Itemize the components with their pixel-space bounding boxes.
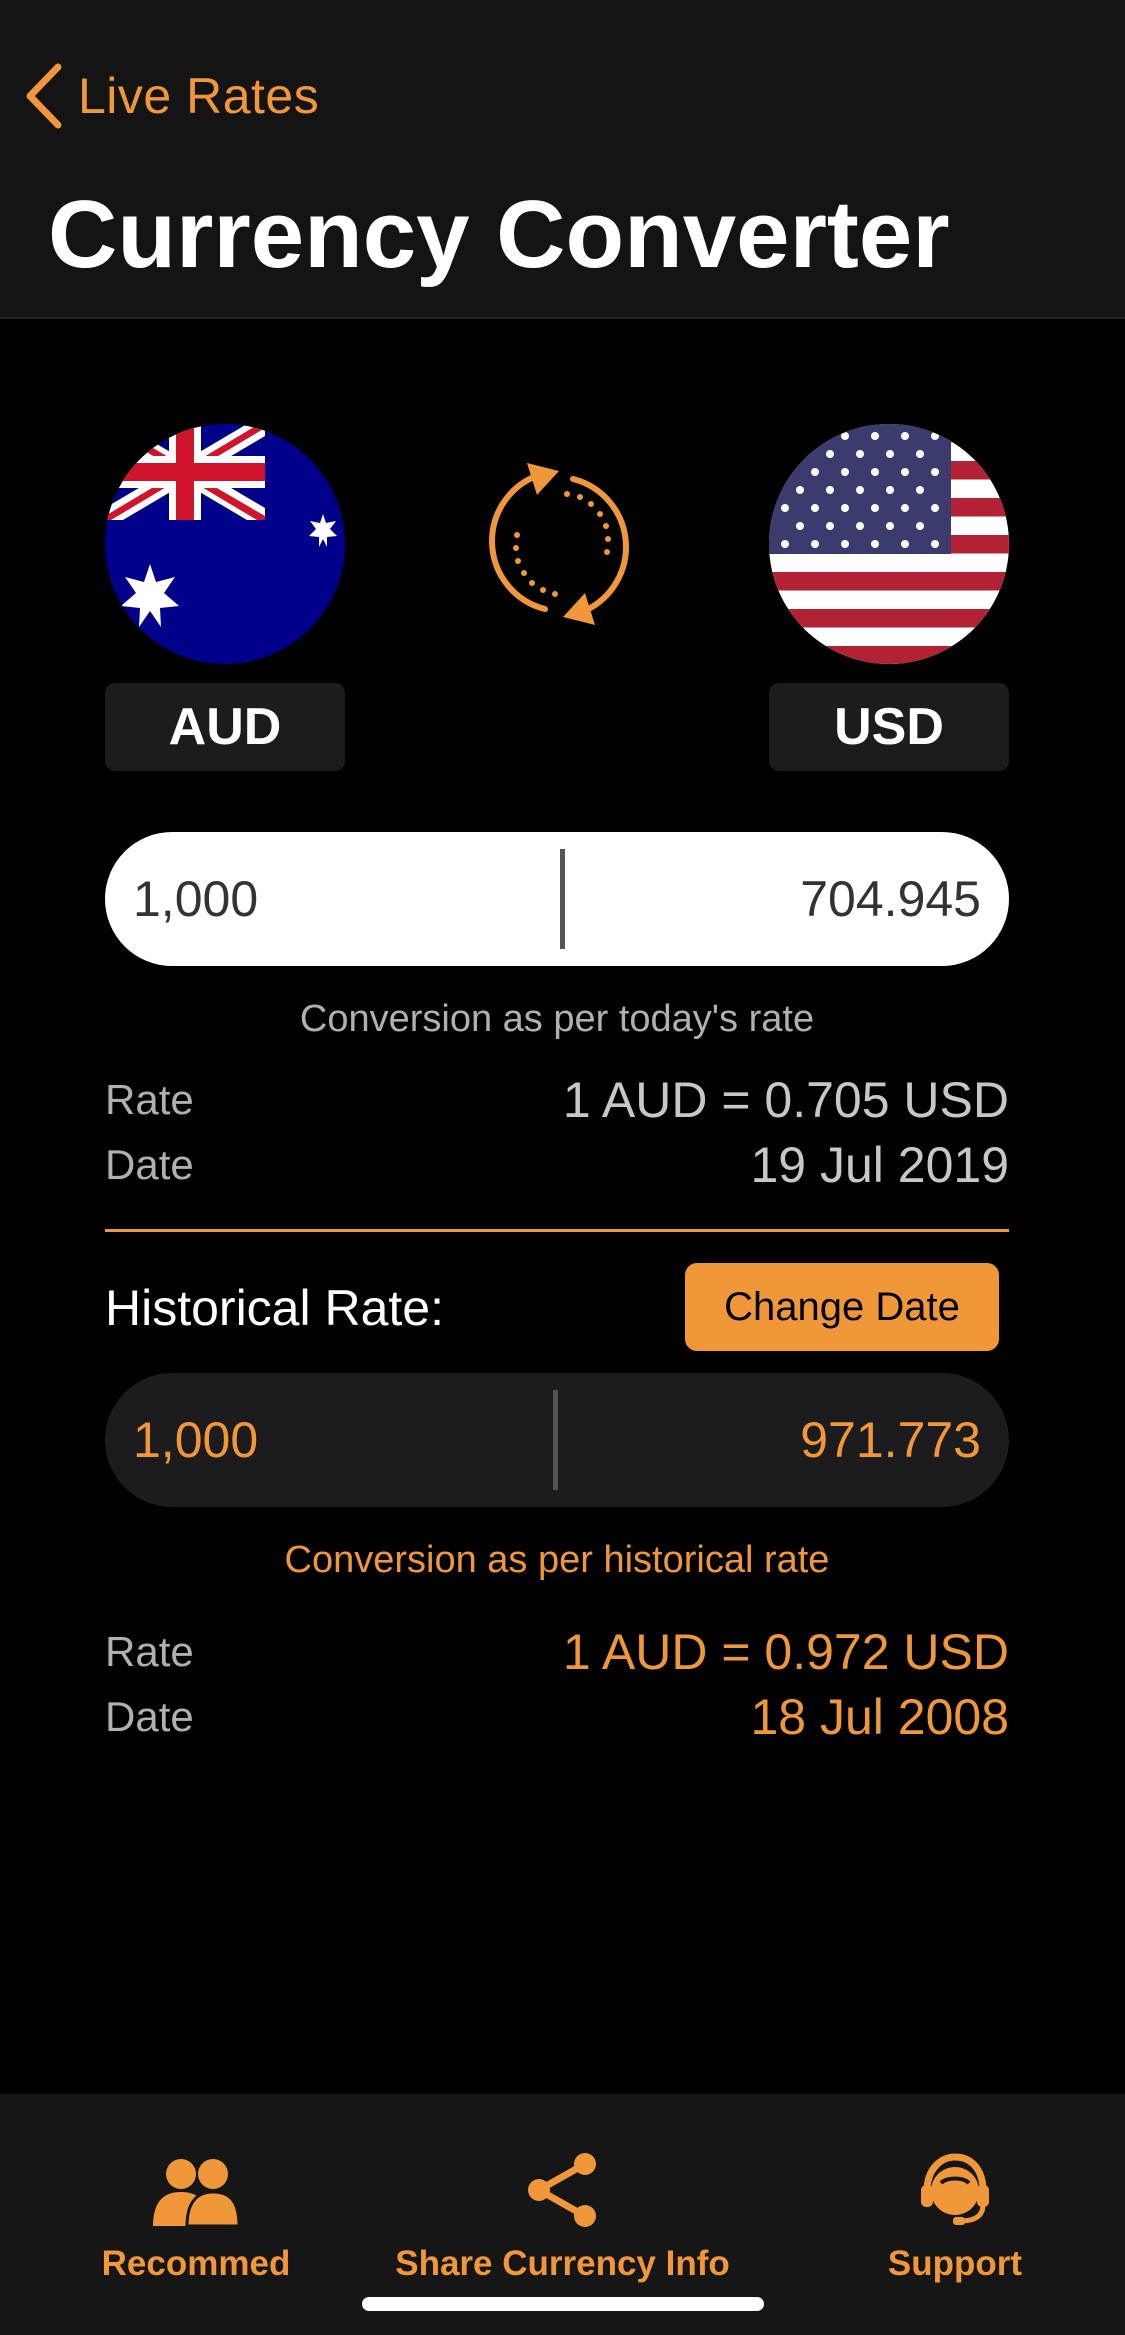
historical-rate-row: Rate 1 AUD = 0.972 USD bbox=[105, 1624, 1009, 1680]
historical-conversion-pill: 1,000 971.773 bbox=[105, 1373, 1009, 1507]
swap-arrows-icon[interactable] bbox=[467, 449, 657, 639]
historical-conversion-caption: Conversion as per historical rate bbox=[284, 1539, 830, 1581]
live-rate-label: Rate bbox=[105, 1076, 194, 1123]
live-date-label: Date bbox=[105, 1141, 194, 1188]
live-date-row: Date 19 Jul 2019 bbox=[105, 1137, 1009, 1193]
page-title: Currency Converter bbox=[48, 181, 950, 288]
from-currency-button[interactable]: AUD bbox=[105, 683, 345, 771]
back-button-label: Live Rates bbox=[78, 68, 320, 124]
from-amount-input[interactable]: 1,000 bbox=[133, 832, 533, 966]
tab-recommend-label: Recommed bbox=[101, 2244, 291, 2283]
tab-support[interactable]: Support bbox=[880, 2094, 1030, 2294]
pill-divider bbox=[553, 1390, 558, 1490]
live-conversion-caption: Conversion as per today's rate bbox=[299, 998, 815, 1040]
historical-rate-label: Rate bbox=[105, 1628, 194, 1675]
back-button[interactable]: Live Rates bbox=[24, 60, 319, 132]
historical-rate-title: Historical Rate: bbox=[105, 1280, 444, 1336]
tab-recommend[interactable]: Recommed bbox=[96, 2094, 296, 2294]
currency-converter-screen: Live Rates Currency Converter AUD USD 1,… bbox=[0, 0, 1125, 2335]
historical-to-amount-output[interactable]: 971.773 bbox=[581, 1373, 981, 1507]
headset-support-icon bbox=[917, 2150, 993, 2230]
pill-divider bbox=[560, 849, 565, 949]
live-rate-value: 1 AUD = 0.705 USD bbox=[562, 1072, 1009, 1128]
chevron-left-icon bbox=[26, 63, 62, 129]
people-icon bbox=[151, 2150, 241, 2230]
navigation-header: Live Rates Currency Converter bbox=[0, 0, 1125, 319]
historical-rate-value: 1 AUD = 0.972 USD bbox=[562, 1624, 1009, 1680]
share-icon bbox=[523, 2150, 603, 2230]
section-divider bbox=[105, 1229, 1009, 1232]
tab-share[interactable]: Share Currency Info bbox=[390, 2094, 735, 2294]
tab-support-label: Support bbox=[887, 2244, 1023, 2283]
historical-date-value: 18 Jul 2008 bbox=[750, 1689, 1009, 1745]
home-indicator[interactable] bbox=[362, 2297, 764, 2311]
australia-flag-icon[interactable] bbox=[105, 424, 345, 664]
usa-flag-icon[interactable] bbox=[769, 424, 1009, 664]
live-rate-row: Rate 1 AUD = 0.705 USD bbox=[105, 1072, 1009, 1128]
tab-share-label: Share Currency Info bbox=[395, 2244, 730, 2283]
change-date-button[interactable]: Change Date bbox=[685, 1263, 999, 1351]
historical-from-amount-input[interactable]: 1,000 bbox=[133, 1373, 533, 1507]
live-date-value: 19 Jul 2019 bbox=[750, 1137, 1009, 1193]
historical-date-label: Date bbox=[105, 1693, 194, 1740]
historical-date-row: Date 18 Jul 2008 bbox=[105, 1689, 1009, 1745]
to-amount-output[interactable]: 704.945 bbox=[581, 832, 981, 966]
live-conversion-pill: 1,000 704.945 bbox=[105, 832, 1009, 966]
to-currency-button[interactable]: USD bbox=[769, 683, 1009, 771]
